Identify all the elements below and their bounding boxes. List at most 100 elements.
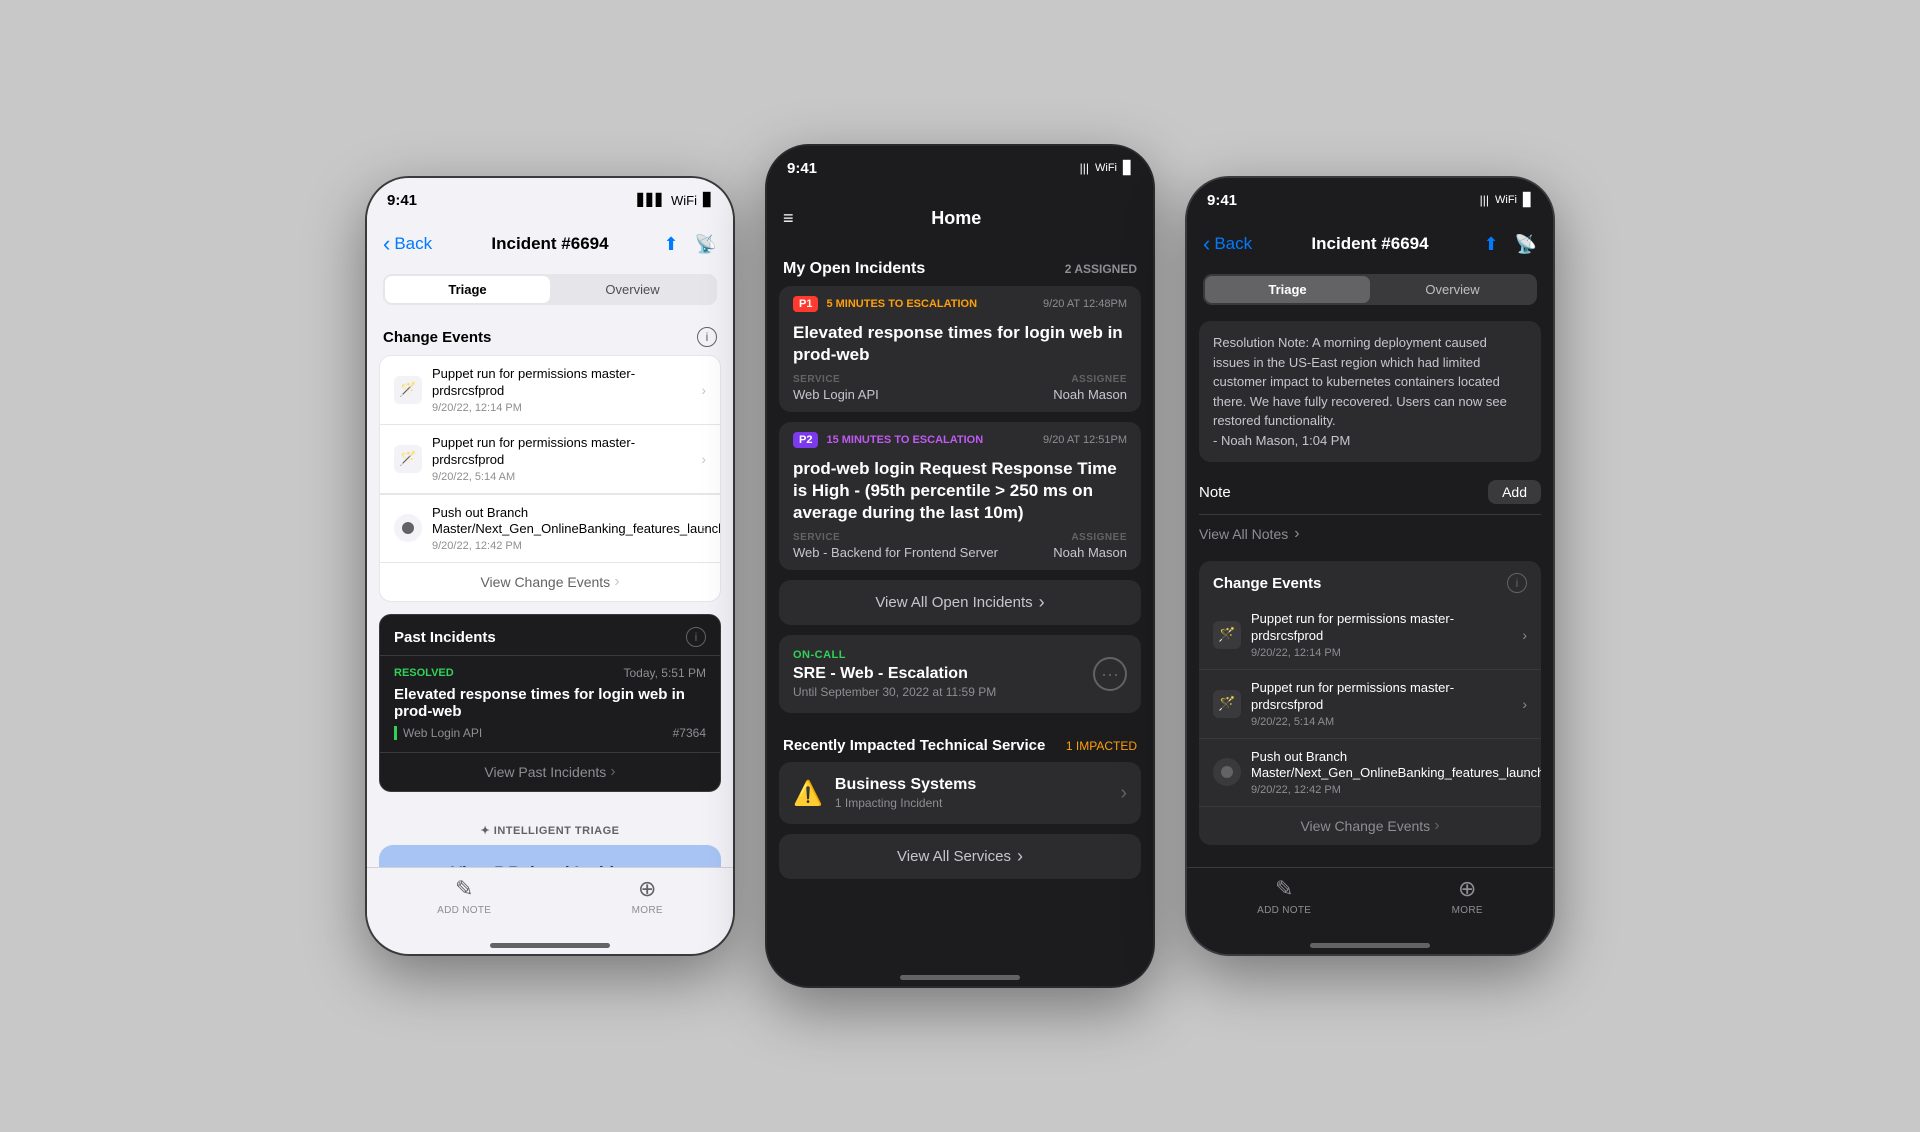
chevron-1-left: › xyxy=(701,451,706,467)
change-item-2-left[interactable]: Push out Branch Master/Next_Gen_OnlineBa… xyxy=(380,494,720,563)
service-label-1: SERVICE xyxy=(793,532,998,543)
note-icon-right: ✎ xyxy=(1275,876,1293,902)
signal-icon-center: ||| xyxy=(1080,161,1089,175)
back-button-left[interactable]: ‹ Back xyxy=(383,231,432,257)
wand-emoji-1: 🪄 xyxy=(399,450,416,467)
open-incidents-title: My Open Incidents xyxy=(783,260,925,278)
impacted-badge: 1 IMPACTED xyxy=(1066,739,1137,753)
p1-badge: P1 xyxy=(793,296,818,312)
incident-meta-1: SERVICE Web - Backend for Frontend Serve… xyxy=(779,532,1141,570)
nav-actions-left: ⬆ 📡 xyxy=(663,234,717,255)
p2-badge: P2 xyxy=(793,432,818,448)
home-indicator-right xyxy=(1310,943,1430,948)
incident-card-0[interactable]: P1 5 MINUTES TO ESCALATION 9/20 AT 12:48… xyxy=(779,286,1141,412)
past-incident-item-left[interactable]: RESOLVED Today, 5:51 PM Elevated respons… xyxy=(380,655,720,752)
note-add-btn-right[interactable]: Add xyxy=(1488,480,1541,504)
change-events-header-left: Change Events i xyxy=(367,313,733,355)
intelligent-triage-area-left: ✦ INTELLIGENT TRIAGE View 5 Related Inci… xyxy=(367,812,733,867)
status-icons-center: ||| WiFi ▊ xyxy=(1080,160,1133,176)
open-incidents-header: My Open Incidents 2 ASSIGNED xyxy=(767,246,1153,286)
change-date-2-right: 9/20/22, 12:42 PM xyxy=(1251,784,1512,796)
service-item[interactable]: ⚠️ Business Systems 1 Impacting Incident… xyxy=(779,762,1141,824)
back-button-right[interactable]: ‹ Back xyxy=(1203,231,1252,257)
upload-icon-left[interactable]: ⬆ xyxy=(663,234,678,255)
chevron-2-right: › xyxy=(1522,764,1527,780)
hamburger-icon[interactable]: ≡ xyxy=(783,208,794,229)
right-phone: 9:41 ||| WiFi ▊ ‹ Back Incident #6694 ⬆ … xyxy=(1185,176,1555,956)
past-incidents-info-left[interactable]: i xyxy=(686,627,706,647)
change-item-1-left[interactable]: 🪄 Puppet run for permissions master-prds… xyxy=(380,425,720,494)
view-change-chevron-right: › xyxy=(1434,817,1439,835)
change-info-1-right: Puppet run for permissions master-prdsrc… xyxy=(1251,680,1512,728)
change-item-2-right[interactable]: Push out Branch Master/Next_Gen_OnlineBa… xyxy=(1199,739,1541,807)
past-incident-time-left: Today, 5:51 PM xyxy=(624,666,707,680)
change-events-title-left: Change Events xyxy=(383,329,491,346)
assignee-value-1: Noah Mason xyxy=(1053,545,1127,560)
wifi-nav-icon-right[interactable]: 📡 xyxy=(1515,234,1537,255)
chevron-1-right: › xyxy=(1522,696,1527,712)
tab-more-left[interactable]: ⊕ MORE xyxy=(632,876,663,916)
change-info-1-left: Puppet run for permissions master-prdsrc… xyxy=(432,435,691,483)
signal-icon-right: ||| xyxy=(1480,193,1489,207)
nav-title-left: Incident #6694 xyxy=(491,234,608,254)
intelligent-triage-label-left: ✦ INTELLIGENT TRIAGE xyxy=(367,816,733,841)
change-item-0-right[interactable]: 🪄 Puppet run for permissions master-prds… xyxy=(1199,601,1541,670)
signal-icon: ▋▋▋ xyxy=(637,193,665,207)
tech-service-title: Recently Impacted Technical Service xyxy=(783,737,1045,754)
view-all-services-row[interactable]: View All Services › xyxy=(779,834,1141,879)
status-icons-right: ||| WiFi ▊ xyxy=(1480,192,1533,208)
related-incidents-btn-left[interactable]: View 5 Related Incidents xyxy=(379,845,721,867)
view-change-events-right[interactable]: View Change Events › xyxy=(1199,806,1541,845)
view-all-open-row[interactable]: View All Open Incidents › xyxy=(779,580,1141,625)
view-all-services-card[interactable]: View All Services › xyxy=(779,834,1141,879)
ellipsis-icon: ··· xyxy=(1101,664,1119,685)
change-item-1-right[interactable]: 🪄 Puppet run for permissions master-prds… xyxy=(1199,670,1541,739)
tab-add-note-left[interactable]: ✎ ADD NOTE xyxy=(437,876,491,916)
tab-triage-left[interactable]: Triage xyxy=(385,276,550,303)
wand-emoji-r-0: 🪄 xyxy=(1218,626,1235,643)
change-events-card-left: 🪄 Puppet run for permissions master-prds… xyxy=(379,355,721,602)
view-change-events-left[interactable]: View Change Events › xyxy=(380,562,720,601)
change-item-0-left[interactable]: 🪄 Puppet run for permissions master-prds… xyxy=(380,356,720,425)
change-date-1-right: 9/20/22, 5:14 AM xyxy=(1251,716,1512,728)
upload-icon-right[interactable]: ⬆ xyxy=(1483,234,1498,255)
wand-icon-1-right: 🪄 xyxy=(1213,690,1241,718)
wifi-icon-right: WiFi xyxy=(1495,194,1517,206)
past-incident-header-left: RESOLVED Today, 5:51 PM xyxy=(394,666,706,680)
status-time-center: 9:41 xyxy=(787,160,817,177)
wifi-nav-icon-left[interactable]: 📡 xyxy=(695,234,717,255)
service-meta-0: SERVICE Web Login API xyxy=(793,374,879,402)
change-info-2-right: Push out Branch Master/Next_Gen_OnlineBa… xyxy=(1251,749,1512,797)
note-label-right: Note xyxy=(1199,484,1231,501)
service-meta-1: SERVICE Web - Backend for Frontend Serve… xyxy=(793,532,998,560)
back-label-left[interactable]: Back xyxy=(394,234,432,254)
tab-overview-left[interactable]: Overview xyxy=(550,276,715,303)
oncall-more-btn[interactable]: ··· xyxy=(1093,657,1127,691)
view-all-notes-btn-right[interactable]: View All Notes › xyxy=(1199,515,1541,553)
view-all-open-card[interactable]: View All Open Incidents › xyxy=(779,580,1141,625)
incident-card-1[interactable]: P2 15 MINUTES TO ESCALATION 9/20 AT 12:5… xyxy=(779,422,1141,570)
chevron-0-right: › xyxy=(1522,627,1527,643)
view-past-incidents-left[interactable]: View Past Incidents › xyxy=(380,752,720,791)
tab-overview-right[interactable]: Overview xyxy=(1370,276,1535,303)
view-change-chevron-left: › xyxy=(614,573,619,591)
circle-dot-2-right xyxy=(1221,766,1233,778)
status-icons-left: ▋▋▋ WiFi ▊ xyxy=(637,192,713,208)
tab-triage-right[interactable]: Triage xyxy=(1205,276,1370,303)
past-incidents-header-left: Past Incidents i xyxy=(380,615,720,655)
past-incident-footer-left: Web Login API #7364 xyxy=(394,726,706,740)
change-events-info-right[interactable]: i xyxy=(1507,573,1527,593)
warning-icon: ⚠️ xyxy=(793,779,823,808)
back-label-right[interactable]: Back xyxy=(1214,234,1252,254)
tab-more-right[interactable]: ⊕ MORE xyxy=(1452,876,1483,916)
service-label-0: SERVICE xyxy=(793,374,879,385)
change-info-0-left: Puppet run for permissions master-prdsrc… xyxy=(432,366,691,414)
tab-add-note-right[interactable]: ✎ ADD NOTE xyxy=(1257,876,1311,916)
assignee-meta-1: ASSIGNEE Noah Mason xyxy=(1053,532,1127,560)
service-value-0: Web Login API xyxy=(793,387,879,402)
service-name: Business Systems xyxy=(835,776,1108,794)
service-chevron: › xyxy=(1120,782,1127,805)
wand-icon-0-right: 🪄 xyxy=(1213,621,1241,649)
resolution-note-right: Resolution Note: A morning deployment ca… xyxy=(1199,321,1541,462)
change-events-info-left[interactable]: i xyxy=(697,327,717,347)
